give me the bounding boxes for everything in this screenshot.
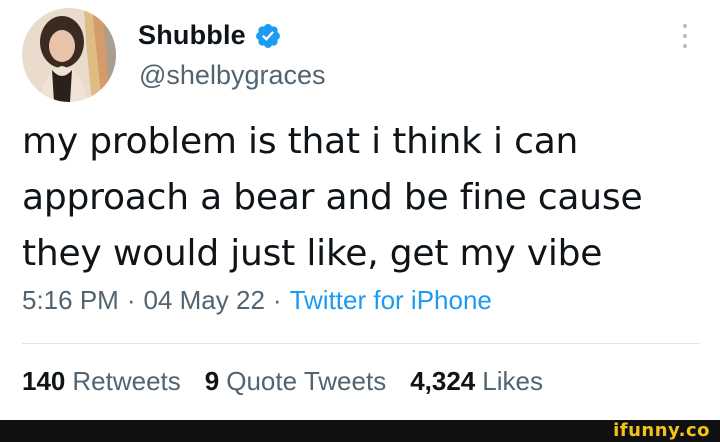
quote-tweets-count: 9 bbox=[204, 366, 220, 396]
likes-label: Likes bbox=[482, 366, 543, 396]
tweet-source-link[interactable]: Twitter for iPhone bbox=[290, 285, 492, 315]
likes-stat[interactable]: 4,324 Likes bbox=[410, 366, 543, 397]
tweet-text-line: they would just like, get my vibe bbox=[22, 233, 603, 274]
more-dot bbox=[683, 34, 687, 38]
tweet-date[interactable]: 04 May 22 bbox=[144, 285, 265, 315]
meta-separator: · bbox=[272, 285, 282, 315]
avatar-image bbox=[22, 8, 116, 102]
tweet-text: my problem is that i think i can approac… bbox=[22, 114, 702, 282]
retweets-label: Retweets bbox=[72, 366, 181, 396]
author-name-row: Shubble bbox=[138, 15, 282, 55]
retweets-count: 140 bbox=[22, 366, 66, 396]
likes-count: 4,324 bbox=[410, 366, 476, 396]
ifunny-watermark: ifunny.co bbox=[613, 420, 710, 441]
author-display-name[interactable]: Shubble bbox=[138, 20, 246, 51]
author-handle[interactable]: @shelbygraces bbox=[139, 60, 326, 91]
verified-badge-icon bbox=[254, 22, 282, 50]
tweet-time[interactable]: 5:16 PM bbox=[22, 285, 119, 315]
tweet-text-line: my problem is that i think i can bbox=[22, 121, 579, 162]
tweet-text-line: approach a bear and be fine cause bbox=[22, 177, 643, 218]
avatar[interactable] bbox=[22, 8, 116, 102]
quote-tweets-stat[interactable]: 9 Quote Tweets bbox=[205, 366, 386, 397]
tweet-card: Shubble @shelbygraces my problem is that… bbox=[0, 0, 720, 420]
meta-separator: · bbox=[126, 285, 136, 315]
more-dot bbox=[683, 44, 687, 48]
retweets-stat[interactable]: 140 Retweets bbox=[22, 366, 181, 397]
more-dot bbox=[683, 24, 687, 28]
divider bbox=[22, 343, 700, 344]
tweet-stats: 140 Retweets 9 Quote Tweets 4,324 Likes bbox=[22, 366, 543, 397]
tweet-meta: 5:16 PM · 04 May 22 · Twitter for iPhone bbox=[22, 285, 492, 316]
more-vertical-icon[interactable] bbox=[676, 22, 694, 50]
watermark-bar: ifunny.co bbox=[0, 420, 720, 442]
quote-tweets-label: Quote Tweets bbox=[226, 366, 387, 396]
